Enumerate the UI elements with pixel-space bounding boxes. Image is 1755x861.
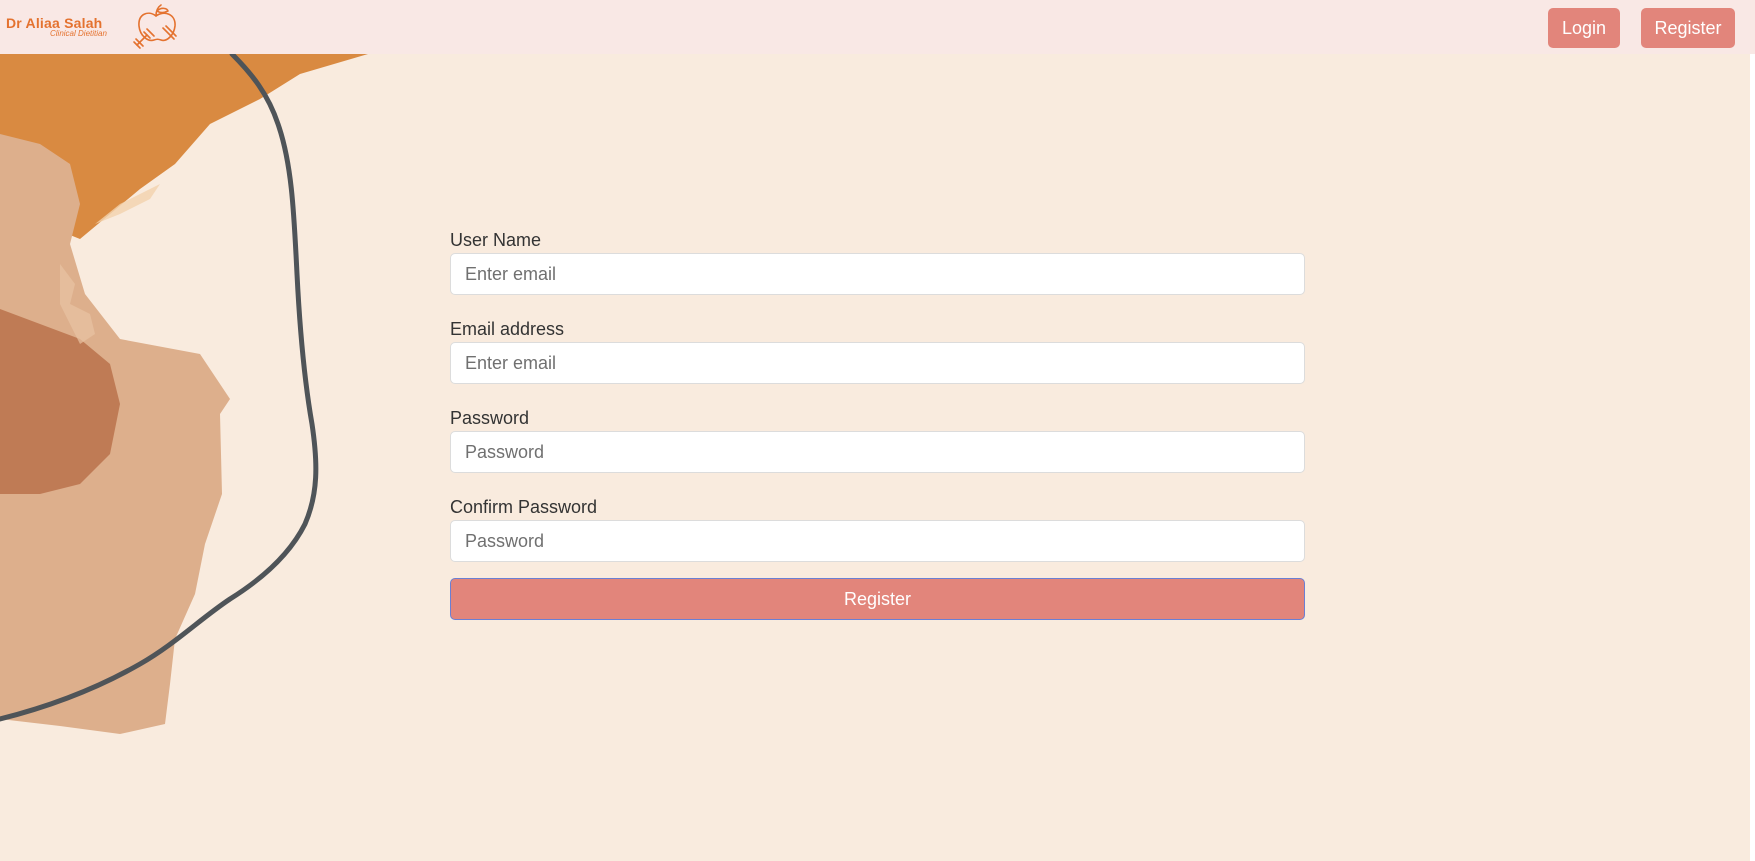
confirm-password-label: Confirm Password	[450, 497, 598, 517]
email-address-label: Email address	[450, 319, 565, 339]
decorative-background-art	[0, 54, 368, 734]
register-nav-button[interactable]: Register	[1641, 8, 1735, 48]
password-input[interactable]	[450, 431, 1305, 473]
password-field-group: Password	[450, 407, 1305, 496]
confirm-password-field-group: Confirm Password	[450, 496, 1305, 585]
register-form: User Name Email address Password Confirm…	[450, 229, 1305, 620]
user-name-input[interactable]	[450, 253, 1305, 295]
user-name-label: User Name	[450, 230, 542, 250]
page-scrollbar[interactable]	[1750, 54, 1755, 861]
user-name-field-group: User Name	[450, 229, 1305, 318]
login-button[interactable]: Login	[1548, 8, 1620, 48]
password-label: Password	[450, 408, 530, 428]
navbar: Dr Aliaa Salah Clinical Dietitian Login …	[0, 0, 1755, 54]
apple-dumbbell-icon	[133, 4, 177, 49]
confirm-password-input[interactable]	[450, 520, 1305, 562]
email-input[interactable]	[450, 342, 1305, 384]
brand-subtitle: Clinical Dietitian	[50, 29, 107, 38]
brand-logo-link[interactable]: Dr Aliaa Salah Clinical Dietitian	[6, 0, 186, 54]
register-submit-button[interactable]: Register	[450, 578, 1305, 620]
email-field-group: Email address	[450, 318, 1305, 407]
